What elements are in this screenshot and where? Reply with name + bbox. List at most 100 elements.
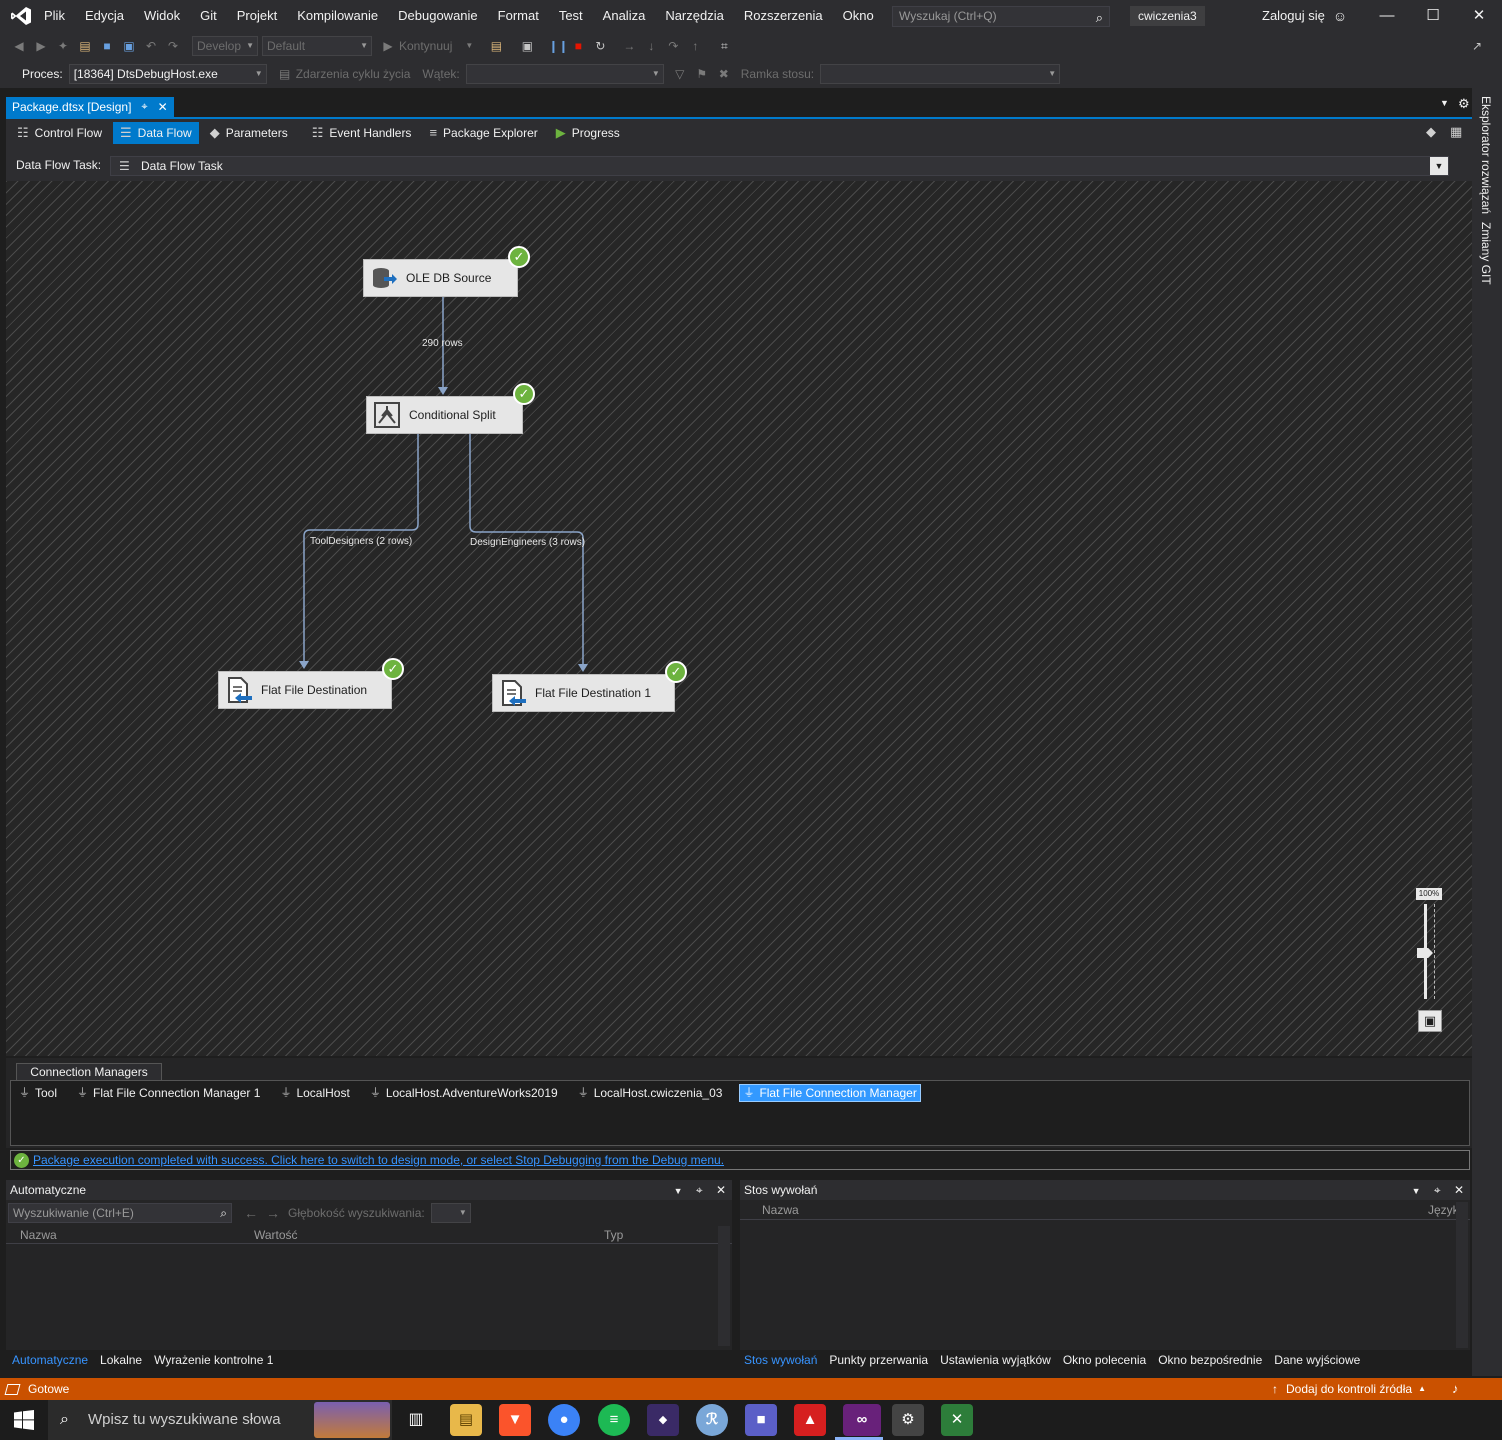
solution-explorer-tab[interactable]: Eksplorator rozwiązań: [1479, 96, 1493, 214]
configuration-combo[interactable]: Develop ▼: [192, 36, 258, 56]
r-language-icon[interactable]: ℛ: [696, 1404, 728, 1436]
play-icon[interactable]: ▶: [380, 38, 396, 54]
node-flat-file-destination[interactable]: Flat File Destination: [218, 671, 392, 709]
menu-narzedzia[interactable]: Narzędzia: [655, 0, 734, 32]
tab-event-handlers[interactable]: ☷ Event Handlers: [305, 122, 419, 144]
sign-in-button[interactable]: Zaloguj się ☺: [1262, 0, 1347, 32]
tab-immediate-window[interactable]: Okno bezpośrednie: [1158, 1353, 1262, 1367]
brave-browser-icon[interactable]: ▼: [499, 1404, 531, 1436]
tab-call-stack[interactable]: Stos wywołań: [744, 1353, 817, 1367]
settings-gear-icon[interactable]: ⚙: [892, 1404, 924, 1436]
step-out-icon[interactable]: ↑: [687, 38, 703, 54]
menu-plik[interactable]: Plik: [34, 0, 75, 32]
search-highlight-image[interactable]: [314, 1402, 390, 1438]
sql-tools-icon[interactable]: ✕: [941, 1404, 973, 1436]
acrobat-icon[interactable]: ▲: [794, 1404, 826, 1436]
tab-progress[interactable]: ▶ Progress: [549, 122, 627, 144]
path-split-to-dest1[interactable]: [303, 434, 419, 665]
node-ole-db-source[interactable]: OLE DB Source: [363, 259, 518, 297]
undo-icon[interactable]: ↶: [143, 38, 159, 54]
close-icon[interactable]: ✕: [716, 1183, 726, 1197]
menu-projekt[interactable]: Projekt: [227, 0, 287, 32]
call-stack-scrollbar[interactable]: [1456, 1202, 1468, 1348]
stack-frame-combo[interactable]: ▼: [820, 64, 1061, 84]
flag-icon[interactable]: ⚑: [694, 66, 710, 82]
variables-icon[interactable]: ◆: [1426, 124, 1436, 140]
tab-locals[interactable]: Lokalne: [100, 1353, 142, 1367]
chevron-down-icon[interactable]: ▼: [461, 38, 477, 54]
notifications-bell-icon[interactable]: ♪: [1452, 1378, 1459, 1400]
connection-manager-item[interactable]: ⏚ Tool: [16, 1084, 60, 1102]
path-split-to-dest2[interactable]: [469, 434, 584, 668]
windows-start-icon[interactable]: [14, 1410, 34, 1430]
pin-icon[interactable]: ⌖: [696, 1183, 703, 1197]
step-over-icon[interactable]: ↷: [665, 38, 681, 54]
tab-control-flow[interactable]: ☷ Control Flow: [10, 122, 109, 144]
search-depth-combo[interactable]: ▼: [430, 1203, 471, 1223]
toolbox-icon[interactable]: ▦: [1450, 124, 1462, 140]
column-header-value[interactable]: Wartość: [254, 1228, 298, 1242]
process-combo[interactable]: [18364] DtsDebugHost.exe ▼: [68, 64, 267, 84]
platform-combo[interactable]: Default ▼: [262, 36, 372, 56]
path-label-source-to-split[interactable]: 290 rows: [422, 338, 463, 349]
menu-analiza[interactable]: Analiza: [593, 0, 656, 32]
show-next-statement-icon[interactable]: →: [621, 38, 637, 54]
tab-output[interactable]: Dane wyjściowe: [1274, 1353, 1360, 1367]
chevron-down-icon[interactable]: ▼: [674, 1186, 683, 1196]
teams-icon[interactable]: ■: [745, 1404, 777, 1436]
git-changes-tab[interactable]: Zmiany GIT: [1479, 222, 1493, 285]
menu-git[interactable]: Git: [190, 0, 227, 32]
stop-icon[interactable]: ■: [570, 38, 586, 54]
spotify-icon[interactable]: ≡: [598, 1404, 630, 1436]
file-explorer-icon[interactable]: ▤: [450, 1404, 482, 1436]
data-flow-task-combo[interactable]: ☰ Data Flow Task ▼: [110, 156, 1449, 176]
connection-manager-item[interactable]: ⏚ Flat File Connection Manager 1: [74, 1084, 263, 1102]
menu-rozszerzenia[interactable]: Rozszerzenia: [734, 0, 833, 32]
menu-widok[interactable]: Widok: [134, 0, 190, 32]
pause-icon[interactable]: ❙❙: [548, 38, 568, 54]
tab-list-dropdown-icon[interactable]: ▼: [1440, 98, 1449, 108]
tab-command-window[interactable]: Okno polecenia: [1063, 1353, 1146, 1367]
connection-manager-item[interactable]: ⏚ LocalHost.AdventureWorks2019: [367, 1084, 561, 1102]
filter-icon[interactable]: ▽: [672, 66, 688, 82]
column-header-language[interactable]: Język: [1428, 1203, 1459, 1217]
open-file-icon[interactable]: ▤: [77, 38, 93, 54]
task-view-icon[interactable]: ▥: [400, 1404, 432, 1436]
pin-icon[interactable]: ⌖: [1434, 1183, 1441, 1197]
step-into-icon[interactable]: ↓: [643, 38, 659, 54]
tab-package-explorer[interactable]: ≡ Package Explorer: [422, 122, 544, 144]
path-label-split-to-dest2[interactable]: DesignEngineers (3 rows): [470, 537, 585, 548]
menu-edycja[interactable]: Edycja: [75, 0, 134, 32]
minimize-icon[interactable]: —: [1364, 0, 1410, 32]
save-all-icon[interactable]: ▣: [121, 38, 137, 54]
close-icon[interactable]: ✕: [1454, 1183, 1464, 1197]
redo-icon[interactable]: ↷: [165, 38, 181, 54]
data-flow-canvas[interactable]: 290 rows ToolDesigners (2 rows) DesignEn…: [6, 181, 1472, 1056]
menu-kompilowanie[interactable]: Kompilowanie: [287, 0, 388, 32]
tab-breakpoints[interactable]: Punkty przerwania: [829, 1353, 928, 1367]
connection-manager-item-selected[interactable]: ⏚ Flat File Connection Manager: [739, 1084, 921, 1102]
folder-icon[interactable]: ▤: [488, 38, 504, 54]
navigate-back-icon[interactable]: ◀: [11, 38, 27, 54]
clear-flags-icon[interactable]: ✖: [716, 66, 732, 82]
hex-display-icon[interactable]: ⌗: [716, 38, 732, 54]
new-project-icon[interactable]: ✦: [55, 38, 71, 54]
column-header-name[interactable]: Nazwa: [762, 1203, 799, 1217]
autos-scrollbar[interactable]: [718, 1226, 730, 1346]
settings-gear-icon[interactable]: ⚙: [1458, 96, 1470, 112]
menu-debugowanie[interactable]: Debugowanie: [388, 0, 488, 32]
tab-autos[interactable]: Automatyczne: [12, 1353, 88, 1367]
tex-editor-icon[interactable]: ◆: [647, 1404, 679, 1436]
close-icon[interactable]: ✕: [1456, 0, 1502, 32]
add-to-source-control-button[interactable]: ↑ Dodaj do kontroli źródła ▲: [1272, 1378, 1426, 1400]
connection-manager-item[interactable]: ⏚ LocalHost.cwiczenia_03: [575, 1084, 726, 1102]
screenshot-icon[interactable]: ▣: [519, 38, 535, 54]
menu-test[interactable]: Test: [549, 0, 593, 32]
restart-icon[interactable]: ↻: [592, 38, 608, 54]
column-header-name[interactable]: Nazwa: [20, 1228, 57, 1242]
column-header-type[interactable]: Typ: [604, 1228, 623, 1242]
node-conditional-split[interactable]: Conditional Split: [366, 396, 523, 434]
thread-combo[interactable]: ▼: [465, 64, 664, 84]
close-tab-icon[interactable]: ✕: [158, 97, 168, 117]
tab-parameters[interactable]: ◆ Parameters: [203, 122, 295, 144]
